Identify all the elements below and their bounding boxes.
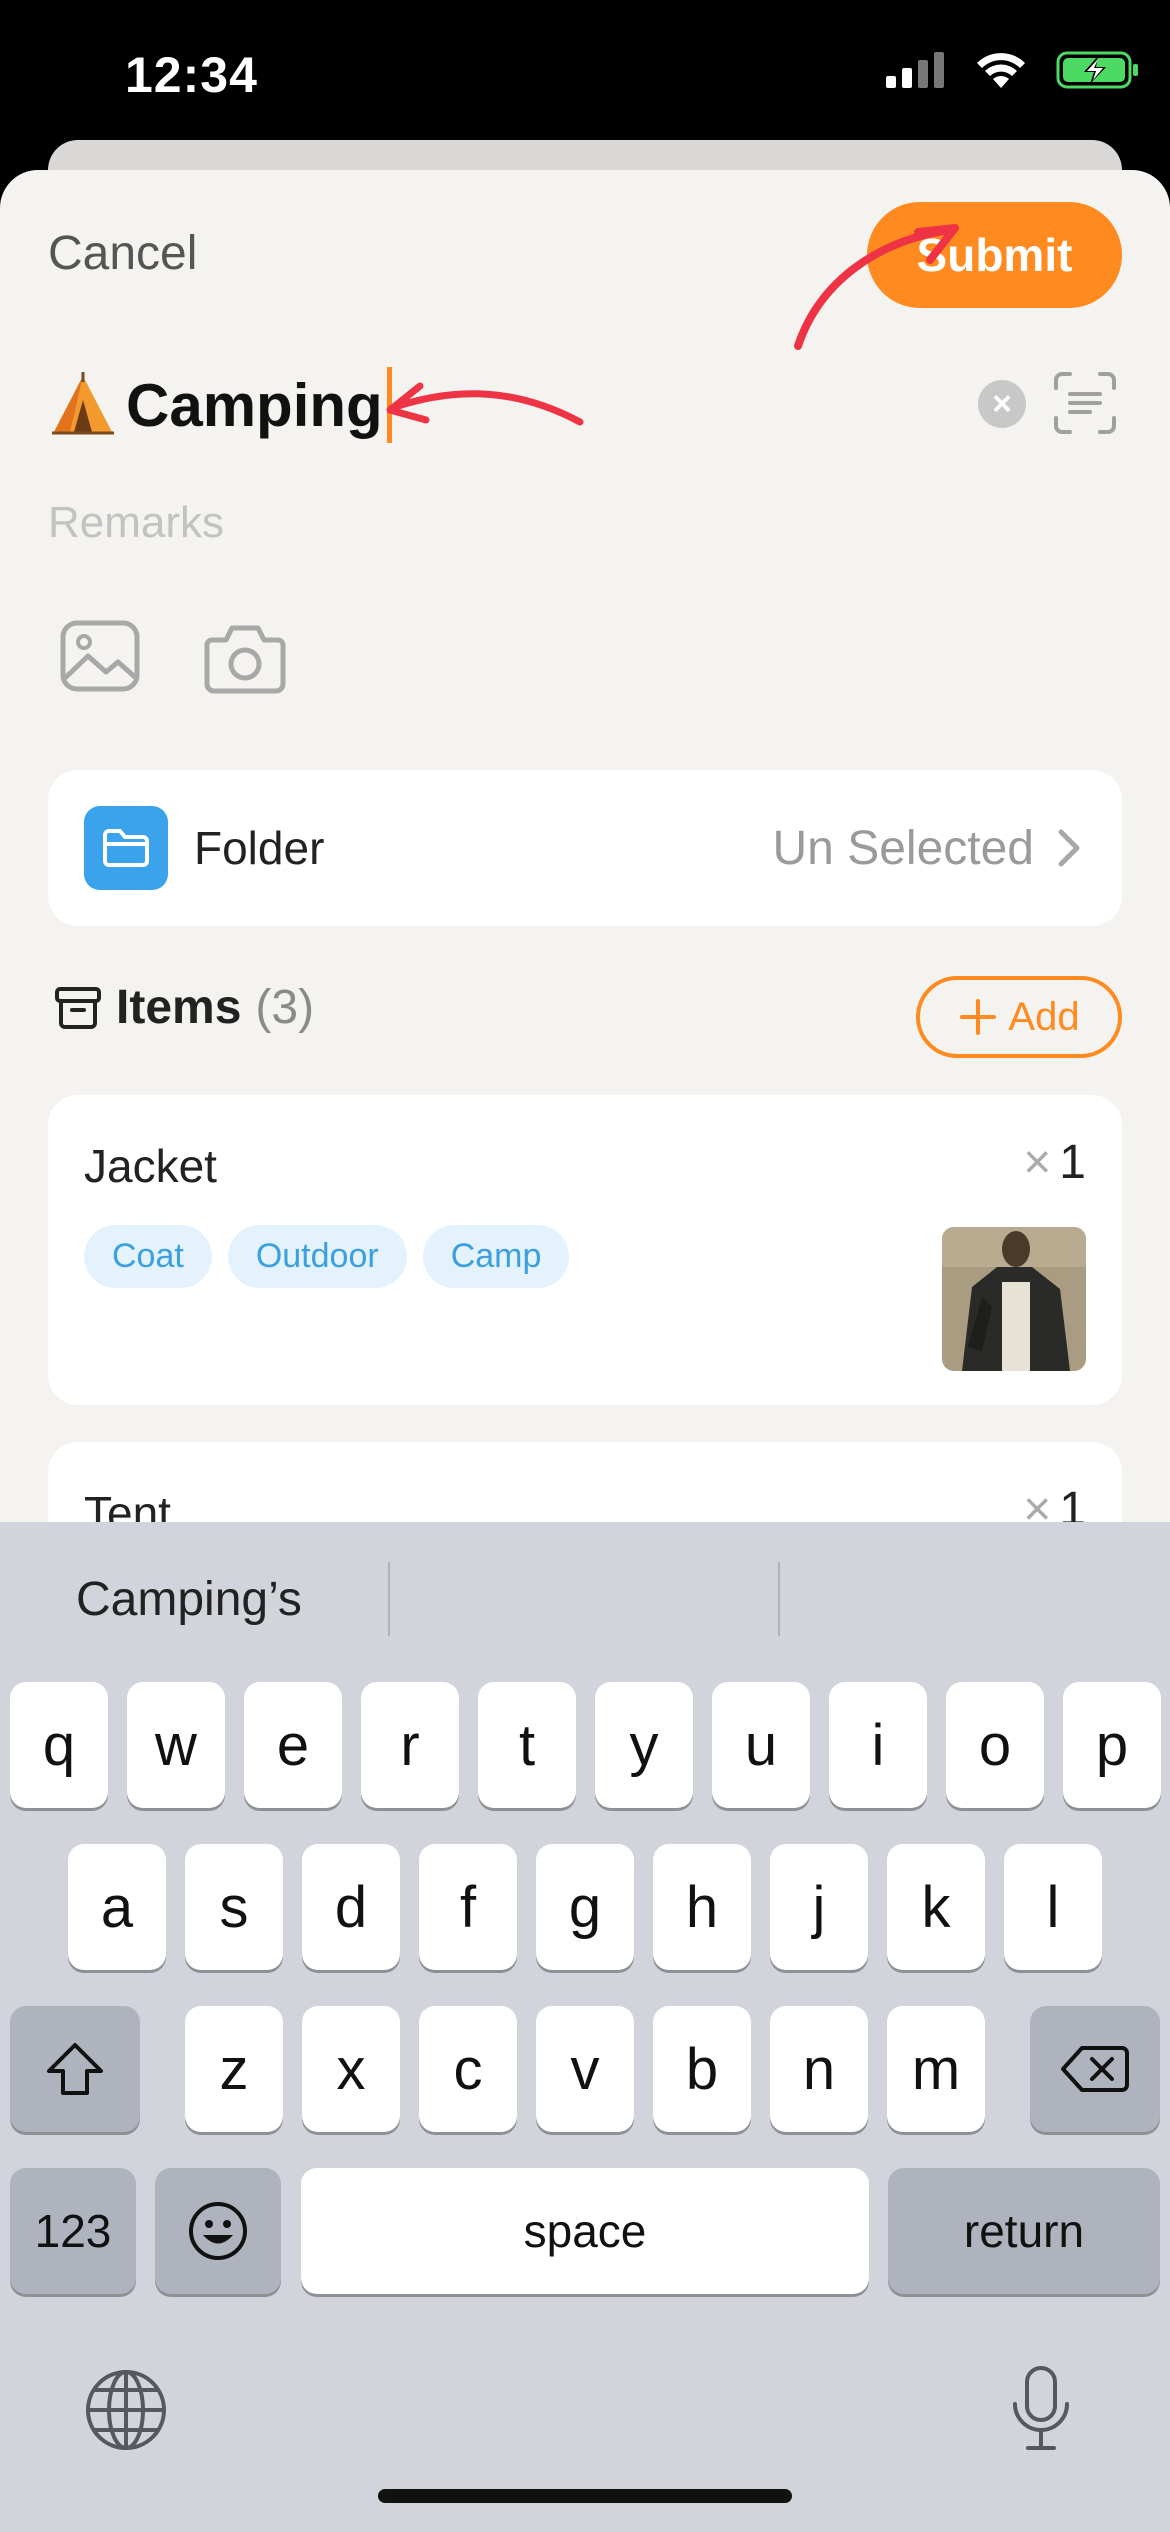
add-item-button[interactable]: Add [916,976,1122,1058]
cancel-button[interactable]: Cancel [48,226,197,281]
key-r[interactable]: r [361,1682,459,1808]
folder-value: Un Selected [772,821,1035,875]
item-photo[interactable] [942,1227,1086,1371]
status-bar: 12:34 [0,0,1170,150]
suggestion-bar: Camping’s [0,1522,1170,1678]
clear-icon[interactable]: × [978,380,1026,428]
status-icons [884,50,1140,90]
return-key[interactable]: return [888,2168,1160,2294]
key-h[interactable]: h [653,1844,751,1970]
title-field[interactable]: Camping [48,360,392,450]
folder-selector[interactable]: Folder Un Selected [48,770,1122,926]
space-key[interactable]: space [301,2168,869,2294]
key-b[interactable]: b [653,2006,751,2132]
archive-box-icon [55,986,101,1029]
key-a[interactable]: a [68,1844,166,1970]
battery-charging-icon [1056,51,1138,89]
key-l[interactable]: l [1004,1844,1102,1970]
key-k[interactable]: k [887,1844,985,1970]
item-tags: Coat Outdoor Camp [84,1225,570,1288]
microphone-icon[interactable] [1008,2364,1074,2454]
key-v[interactable]: v [536,2006,634,2132]
item-name: Jacket [84,1140,217,1192]
numbers-key[interactable]: 123 [10,2168,136,2294]
camera-icon[interactable] [204,620,286,694]
multiply-icon: × [1023,1136,1052,1189]
shift-icon [47,2043,103,2095]
key-s[interactable]: s [185,1844,283,1970]
scan-text-icon[interactable] [1052,370,1118,436]
key-i[interactable]: i [829,1682,927,1808]
item-quantity[interactable]: × 1 [1023,1135,1086,1190]
key-u[interactable]: u [712,1682,810,1808]
key-x[interactable]: x [302,2006,400,2132]
quantity-value: 1 [1059,1136,1086,1189]
photo-library-icon[interactable] [60,620,140,692]
item-card[interactable]: Jacket × 1 Coat Outdoor Camp [48,1095,1122,1405]
title-input-value: Camping [126,371,383,439]
suggestion-divider [778,1562,780,1636]
tag[interactable]: Outdoor [227,1225,407,1288]
add-label: Add [1008,994,1080,1039]
delete-key[interactable] [1030,2006,1160,2132]
tag[interactable]: Camp [422,1225,570,1288]
tag[interactable]: Coat [84,1225,212,1288]
emoji-icon [189,2202,247,2260]
keyboard: Camping’s q w e r t y u i o p a s d f g … [0,1522,1170,2532]
status-time: 12:34 [125,47,258,103]
remarks-field[interactable]: Remarks [48,498,224,548]
key-t[interactable]: t [478,1682,576,1808]
folder-label: Folder [194,822,325,874]
cellular-signal-icon [886,52,944,88]
key-m[interactable]: m [887,2006,985,2132]
tent-icon [52,372,114,435]
backspace-icon [1061,2046,1129,2092]
home-indicator[interactable] [378,2489,792,2503]
key-d[interactable]: d [302,1844,400,1970]
key-p[interactable]: p [1063,1682,1161,1808]
shift-key[interactable] [10,2006,140,2132]
items-count: (3) [255,981,315,1034]
suggestion-item[interactable]: Camping’s [76,1572,302,1627]
items-title: Items [116,981,242,1034]
key-y[interactable]: y [595,1682,693,1808]
key-j[interactable]: j [770,1844,868,1970]
key-q[interactable]: q [10,1682,108,1808]
chevron-right-icon [1058,829,1080,867]
key-z[interactable]: z [185,2006,283,2132]
key-f[interactable]: f [419,1844,517,1970]
globe-icon[interactable] [84,2368,168,2452]
key-o[interactable]: o [946,1682,1044,1808]
wifi-icon [977,53,1025,88]
key-n[interactable]: n [770,2006,868,2132]
submit-button[interactable]: Submit [867,202,1122,308]
key-e[interactable]: e [244,1682,342,1808]
key-c[interactable]: c [419,2006,517,2132]
text-cursor [386,367,392,443]
emoji-key[interactable] [155,2168,281,2294]
items-header: Items (3) [54,980,314,1035]
folder-icon [84,806,168,890]
suggestion-divider [388,1562,390,1636]
key-w[interactable]: w [127,1682,225,1808]
key-g[interactable]: g [536,1844,634,1970]
plus-icon [960,999,997,1035]
